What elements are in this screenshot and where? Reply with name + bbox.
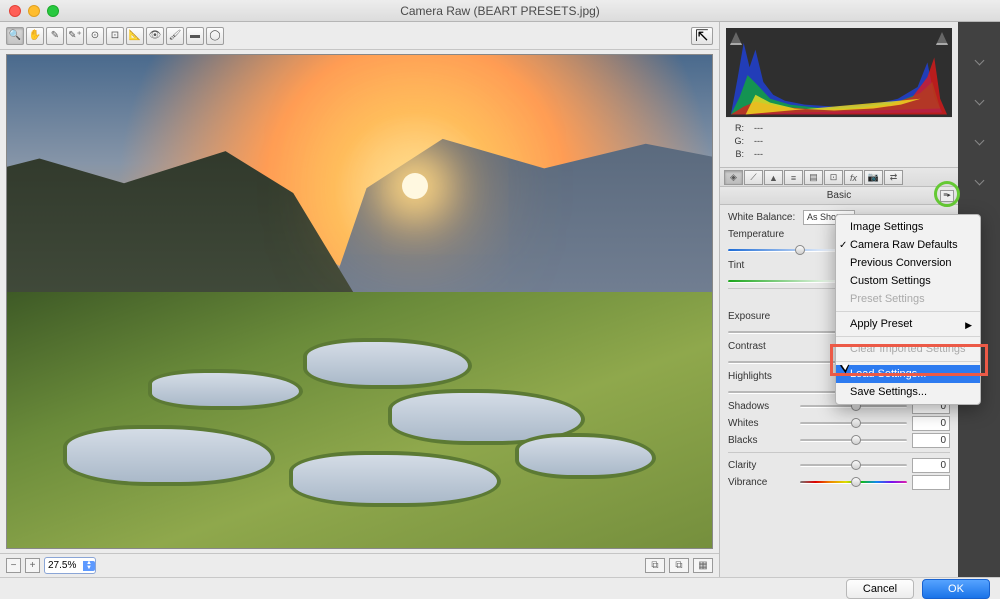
menu-clear-imported: Clear Imported Settings: [836, 340, 980, 358]
radial-filter-tool[interactable]: ◯: [206, 27, 224, 45]
zoom-in-button[interactable]: +: [25, 558, 40, 573]
dialog-footer: Cancel OK: [0, 577, 1000, 599]
rgb-readout: R: --- G: --- B: ---: [720, 120, 958, 167]
grid-icon[interactable]: ▦: [693, 558, 713, 573]
highlight-clip-icon[interactable]: ⧉: [669, 558, 689, 573]
tab-hsl[interactable]: ≡: [784, 170, 803, 185]
menu-custom-settings[interactable]: Custom Settings: [836, 272, 980, 290]
clarity-slider[interactable]: [800, 458, 907, 472]
crop-tool[interactable]: ⊡: [106, 27, 124, 45]
panel-tabs: ◈ ⟋ ▲ ≡ ▤ ⊡ fx 📷 ⇄: [720, 167, 958, 187]
image-preview[interactable]: [6, 54, 713, 549]
panel-title: Basic ≡▸: [720, 187, 958, 205]
tab-lens[interactable]: ⊡: [824, 170, 843, 185]
color-sampler-tool[interactable]: ✎⁺: [66, 27, 84, 45]
spot-removal-tool[interactable]: 👁: [146, 27, 164, 45]
menu-apply-preset[interactable]: Apply Preset▶: [836, 315, 980, 333]
panel-flyout-menu: Image Settings ✓Camera Raw Defaults Prev…: [835, 214, 981, 405]
minimize-window-button[interactable]: [28, 5, 40, 17]
zoom-out-button[interactable]: −: [6, 558, 21, 573]
menu-camera-defaults[interactable]: ✓Camera Raw Defaults: [836, 236, 980, 254]
white-balance-tool[interactable]: ✎: [46, 27, 64, 45]
white-balance-label: White Balance:: [728, 212, 800, 223]
menu-previous-conversion[interactable]: Previous Conversion: [836, 254, 980, 272]
close-window-button[interactable]: [9, 5, 21, 17]
ok-button[interactable]: OK: [922, 579, 990, 599]
tab-curve[interactable]: ⟋: [744, 170, 763, 185]
zoom-tool[interactable]: 🔍: [6, 27, 24, 45]
menu-load-settings[interactable]: Load Settings...: [836, 365, 980, 383]
histogram: [726, 28, 952, 118]
zoom-select[interactable]: 27.5% ▲▼: [44, 557, 96, 574]
menu-save-settings[interactable]: Save Settings...: [836, 383, 980, 401]
toolbar: 🔍 ✋ ✎ ✎⁺ ⊙ ⊡ 📐 👁 🖌 ▬ ◯ ⇱: [0, 22, 719, 50]
window-titlebar: Camera Raw (BEART PRESETS.jpg): [0, 0, 1000, 22]
grad-filter-tool[interactable]: ▬: [186, 27, 204, 45]
tab-fx[interactable]: fx: [844, 170, 863, 185]
tab-split[interactable]: ▤: [804, 170, 823, 185]
annotation-circle: [934, 181, 960, 207]
preview-footer: − + 27.5% ▲▼ ⧉ ⧉ ▦: [0, 553, 719, 577]
vibrance-slider[interactable]: [800, 475, 907, 489]
tab-detail[interactable]: ▲: [764, 170, 783, 185]
menu-preset-settings: Preset Settings: [836, 290, 980, 308]
tab-camera[interactable]: 📷: [864, 170, 883, 185]
menu-image-settings[interactable]: Image Settings: [836, 218, 980, 236]
target-adjust-tool[interactable]: ⊙: [86, 27, 104, 45]
brush-tool[interactable]: 🖌: [166, 27, 184, 45]
tab-basic[interactable]: ◈: [724, 170, 743, 185]
straighten-tool[interactable]: 📐: [126, 27, 144, 45]
hand-tool[interactable]: ✋: [26, 27, 44, 45]
blacks-slider[interactable]: [800, 433, 907, 447]
window-title: Camera Raw (BEART PRESETS.jpg): [0, 4, 1000, 18]
fullscreen-toggle[interactable]: ⇱: [691, 27, 713, 45]
whites-slider[interactable]: [800, 416, 907, 430]
shadow-clip-icon[interactable]: ⧉: [645, 558, 665, 573]
cancel-button[interactable]: Cancel: [846, 579, 914, 599]
maximize-window-button[interactable]: [47, 5, 59, 17]
tab-presets[interactable]: ⇄: [884, 170, 903, 185]
